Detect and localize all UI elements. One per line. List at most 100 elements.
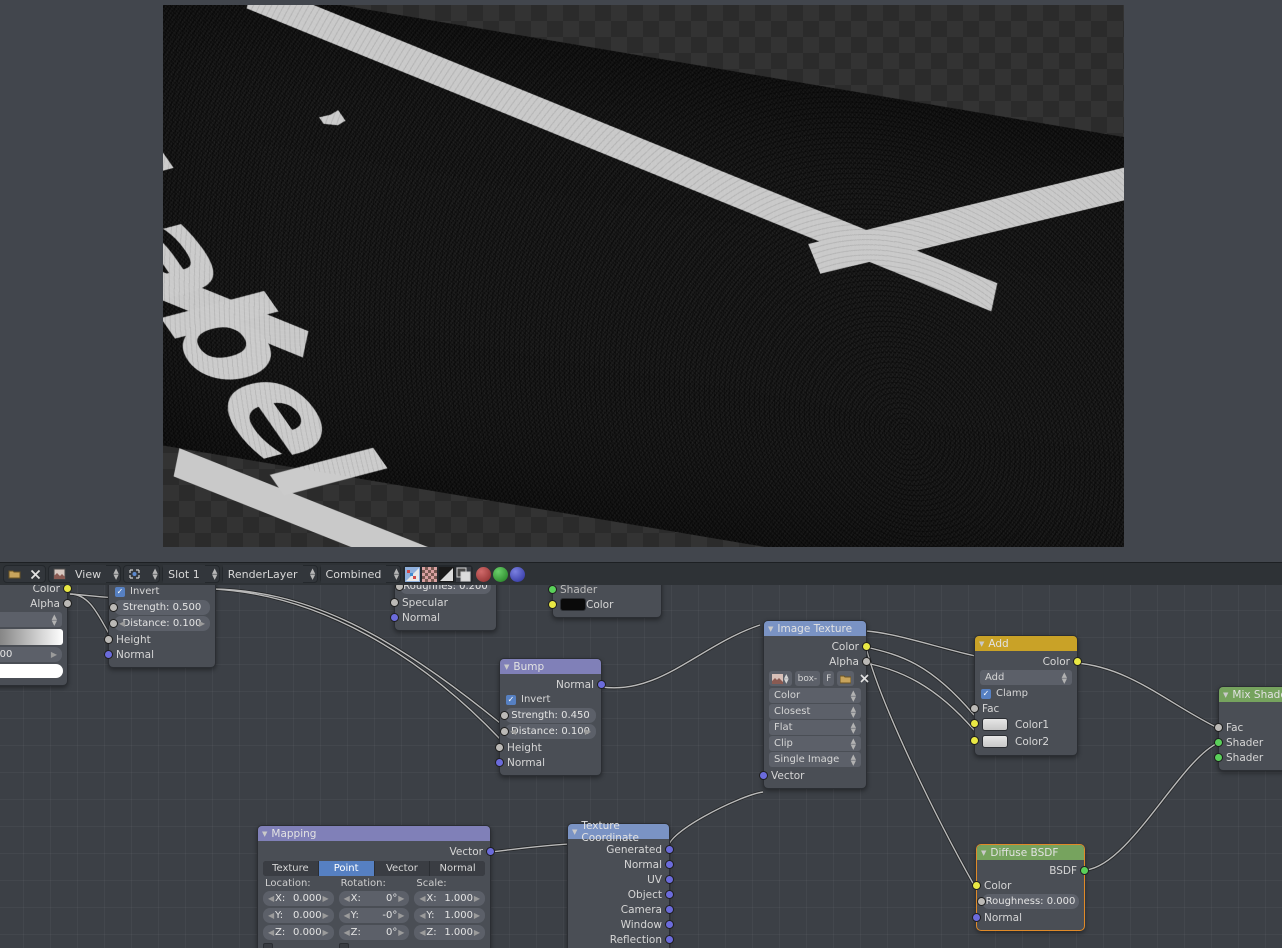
- mapping-type-point[interactable]: Point: [318, 861, 375, 876]
- node-mix-rgb-add[interactable]: ▼ Add Color Add ▲ ▼ ✓ Clamp Fac Color1 C…: [970, 635, 1082, 756]
- zdepth-icon[interactable]: [438, 565, 456, 583]
- socket-mixrgb-color1-in[interactable]: [970, 719, 979, 728]
- socket-imgtex-color-out[interactable]: [862, 642, 871, 651]
- socket-diffuse-roughness-in[interactable]: [977, 897, 986, 906]
- rot-x-right-arrow[interactable]: ▶: [398, 894, 404, 903]
- enum-arrows-2[interactable]: ▲ ▼: [851, 705, 856, 718]
- node-diffuse-bsdf[interactable]: ▼ Diffuse BSDF BSDF Color Roughness: 0.0…: [972, 844, 1089, 931]
- mixrgb-clamp-checkbox[interactable]: ✓ Clamp: [975, 686, 1077, 701]
- mixrgb-color1-row[interactable]: Color1: [970, 716, 1077, 733]
- diffuse-color-row[interactable]: Color: [972, 878, 1084, 893]
- diffuse-header[interactable]: ▼ Diffuse BSDF: [977, 845, 1084, 860]
- mix-shader-fac-row[interactable]: Fac: [1214, 720, 1282, 735]
- node-image-texture[interactable]: ▼ Image Texture Color Alpha ▲ ▼ box- F C…: [759, 620, 871, 789]
- socket-uv-out[interactable]: [665, 875, 674, 884]
- socket-mix-fac-in[interactable]: [1214, 723, 1223, 732]
- socket-mixrgb-fac-in[interactable]: [970, 704, 979, 713]
- alpha-checker-icon[interactable]: [421, 565, 439, 583]
- alpha-only-icon[interactable]: [455, 565, 473, 583]
- socket-reflection-out[interactable]: [665, 935, 674, 944]
- collapse-triangle-icon[interactable]: ▼: [504, 663, 509, 671]
- imgtex-alpha-row[interactable]: Alpha: [764, 654, 871, 669]
- loc-x-right-arrow[interactable]: ▶: [323, 894, 329, 903]
- mapping-type-buttons[interactable]: Texture Point Vector Normal: [263, 861, 485, 876]
- socket-alpha-out[interactable]: [63, 599, 72, 608]
- view-menu-group[interactable]: View ▲ ▼: [48, 565, 122, 583]
- mixrgb-color2-swatch[interactable]: [982, 735, 1008, 748]
- glossy-specular-row[interactable]: Specular: [390, 595, 496, 610]
- pass-label[interactable]: Combined: [320, 565, 387, 583]
- collapse-triangle-icon-4[interactable]: ▼: [979, 640, 984, 648]
- scl-z-right-arrow[interactable]: ▶: [474, 928, 480, 937]
- imgtex-projection-enum[interactable]: Flat ▲ ▼: [769, 720, 861, 735]
- diffuse-roughness-field[interactable]: Roughness: 0.000: [977, 894, 1079, 909]
- slot-label[interactable]: Slot 1: [163, 565, 205, 583]
- scl-y-left-arrow[interactable]: ◀: [419, 911, 425, 920]
- mapping-rotation-y[interactable]: ◀ Y: -0° ▶: [338, 907, 410, 924]
- socket-mixrgb-color-out[interactable]: [1073, 657, 1082, 666]
- emission-shader-row[interactable]: Shader: [548, 585, 661, 597]
- socket-shader-out[interactable]: [548, 585, 557, 594]
- render-result-canvas[interactable]: ’ Label: [163, 5, 1124, 547]
- mixrgb-blend-mode-enum[interactable]: Add ▲ ▼: [980, 670, 1072, 685]
- texcoord-header[interactable]: ▼ Texture Coordinate: [568, 820, 669, 844]
- scl-x-right-arrow[interactable]: ▶: [474, 894, 480, 903]
- slot-arrows[interactable]: ▲ ▼: [211, 568, 219, 581]
- texcoord-object-row[interactable]: Object: [568, 887, 674, 902]
- interpolation-dropdown[interactable]: ▲▼ Ease ▲▼: [0, 612, 62, 627]
- mixrgb-fac-row[interactable]: Fac: [970, 701, 1077, 716]
- rot-y-left-arrow[interactable]: ◀: [344, 911, 350, 920]
- imgtex-source-enum[interactable]: Single Image ▲ ▼: [769, 752, 861, 767]
- bump-distance-right-arrow[interactable]: ▶: [585, 727, 591, 736]
- bump-strength-field[interactable]: Strength: 0.450: [500, 708, 596, 723]
- socket-bump-strength-in[interactable]: [500, 711, 509, 720]
- rot-z-right-arrow[interactable]: ▶: [398, 928, 404, 937]
- socket-mixrgb-color2-in[interactable]: [970, 736, 979, 745]
- renderlayer-dropdown[interactable]: RenderLayer ▲ ▼: [221, 565, 318, 583]
- socket-row-alpha[interactable]: Alpha: [0, 596, 72, 611]
- color-and-alpha-icon[interactable]: [404, 565, 422, 583]
- mapping-location-y[interactable]: ◀ Y: 0.000 ▶: [263, 907, 334, 924]
- unlink-image-icon[interactable]: [857, 671, 872, 686]
- imgtex-colorspace-enum[interactable]: Color ▲ ▼: [769, 688, 861, 703]
- collapse-triangle-icon-6[interactable]: ▼: [262, 830, 267, 838]
- rot-x-left-arrow[interactable]: ◀: [344, 894, 350, 903]
- loc-z-right-arrow[interactable]: ▶: [323, 928, 329, 937]
- diffuse-bsdf-out-row[interactable]: BSDF: [977, 863, 1089, 878]
- bump-output-row[interactable]: Normal: [500, 677, 606, 692]
- mapping-location-x[interactable]: ◀ X: 0.000 ▶: [263, 890, 334, 907]
- loc-y-left-arrow[interactable]: ◀: [268, 911, 274, 920]
- image-browse-icon[interactable]: ▲ ▼: [769, 671, 792, 686]
- socket-camera-out[interactable]: [665, 905, 674, 914]
- node-bump-left[interactable]: Normal ✓ Invert Strength: 0.500 ◀ Distan…: [104, 585, 216, 668]
- shader-node-editor[interactable]: Color Alpha ▲▼ Ease ▲▼ 1.000 ▶ Norma: [0, 585, 1282, 948]
- mapping-scale-y[interactable]: ◀ Y: 1.000 ▶: [414, 907, 486, 924]
- bump-distance-field[interactable]: ◀ Distance: 0.100 ▶: [500, 724, 596, 739]
- collapse-triangle-icon-5[interactable]: ▼: [1223, 691, 1228, 699]
- renderlayer-arrows[interactable]: ▲ ▼: [309, 568, 317, 581]
- socket-diffuse-color-in[interactable]: [972, 881, 981, 890]
- mapping-min-checkbox[interactable]: [263, 943, 334, 948]
- socket-bump-distance-in[interactable]: [500, 727, 509, 736]
- node-mapping[interactable]: ▼ Mapping Vector Texture Point Vector No…: [257, 825, 495, 948]
- socket-bump-normal-in[interactable]: [495, 758, 504, 767]
- mixrgb-color1-swatch[interactable]: [982, 718, 1008, 731]
- view-menu[interactable]: View: [70, 565, 107, 583]
- imgtex-color-row[interactable]: Color: [764, 639, 871, 654]
- distance-left-arrow[interactable]: ◀: [119, 619, 125, 628]
- socket-distance-in[interactable]: [109, 619, 118, 628]
- imgtex-vector-row[interactable]: Vector: [759, 768, 866, 783]
- node-color-ramp[interactable]: Color Alpha ▲▼ Ease ▲▼ 1.000 ▶: [0, 585, 72, 686]
- texcoord-reflection-row[interactable]: Reflection: [568, 932, 674, 947]
- socket-specular-in[interactable]: [390, 598, 399, 607]
- bump-left-invert-checkbox[interactable]: ✓ Invert: [109, 585, 215, 599]
- socket-imgtex-vector-in[interactable]: [759, 771, 768, 780]
- socket-normal-in[interactable]: [104, 650, 113, 659]
- texcoord-window-row[interactable]: Window: [568, 917, 674, 932]
- close-x-icon[interactable]: [25, 565, 45, 583]
- socket-strength-in[interactable]: [109, 603, 118, 612]
- view-menu-arrows[interactable]: ▲ ▼: [112, 568, 120, 581]
- socket-color-in[interactable]: [548, 600, 557, 609]
- ramp-position-right-arrow[interactable]: ▶: [51, 650, 57, 659]
- socket-mix-shader2-in[interactable]: [1214, 753, 1223, 762]
